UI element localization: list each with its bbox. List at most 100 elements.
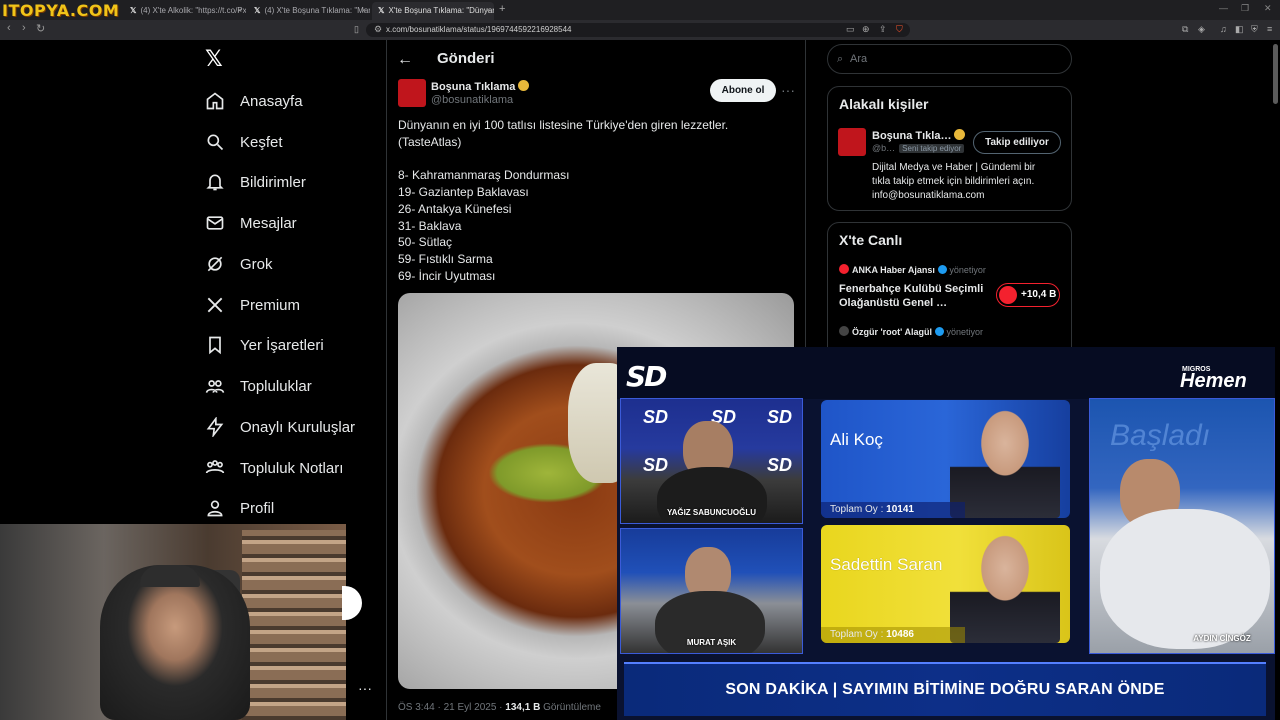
verified-badge-icon <box>934 327 944 336</box>
more-icon[interactable]: ··· <box>358 680 372 696</box>
close-icon[interactable]: × <box>361 2 366 20</box>
x-favicon-icon: 𝕏 <box>378 6 385 15</box>
nav-label: Grok <box>240 255 273 273</box>
nav-item-messages[interactable]: Mesajlar <box>205 208 297 238</box>
media-icon[interactable]: ♫ <box>1220 24 1227 34</box>
studio-panel: Başladı AYDIN CİNGÖZ <box>1089 398 1275 654</box>
verified-badge-icon <box>937 265 947 274</box>
vote-total: Toplam Oy : 10486 <box>821 627 966 643</box>
zoom-icon[interactable]: ⊕ <box>862 24 870 35</box>
reload-icon[interactable]: ↻ <box>36 22 45 35</box>
share-icon[interactable]: ⇪ <box>879 24 887 35</box>
browser-tab-active[interactable]: 𝕏X'te Boşuna Tıklama: "Dünyanın…× <box>372 2 494 20</box>
avatar[interactable] <box>398 79 426 107</box>
close-window-icon[interactable]: ✕ <box>1264 3 1272 14</box>
live-host[interactable]: Özgür 'root' Alagül yönetiyor <box>839 326 983 337</box>
wallet-icon[interactable]: ⛨ <box>1251 24 1258 35</box>
back-icon[interactable]: ‹ <box>7 22 11 34</box>
candidate-card: Sadettin Saran Toplam Oy : 10486 <box>821 525 1070 643</box>
candidate-photo <box>950 403 1060 518</box>
tab-label: X'te Boşuna Tıklama: "Dünyanın… <box>388 6 494 15</box>
nav-item-profile[interactable]: Profil <box>205 493 274 523</box>
tab-label: (4) X'te Alkolik: "https://t.co/PxXsxh… <box>140 6 246 15</box>
x-favicon-icon: 𝕏 <box>254 6 261 15</box>
verified-badge-icon <box>954 129 966 140</box>
studio-panel: MURAT AŞIK <box>620 528 803 654</box>
x-logo-icon[interactable]: 𝕏 <box>205 47 223 72</box>
menu-icon[interactable]: ≡ <box>1267 24 1272 34</box>
post-text-line: 31- Baklava <box>398 219 462 233</box>
forward-icon[interactable]: › <box>22 22 26 34</box>
nav-label: Profil <box>240 499 275 517</box>
post-text-line: Dünyanın en iyi 100 tatlısı listesine Tü… <box>398 118 729 132</box>
nav-item-grok[interactable]: Grok <box>205 249 273 279</box>
brave-shield-icon[interactable]: ⛉ <box>896 24 903 35</box>
nav-label: Onaylı Kuruluşlar <box>240 418 356 436</box>
new-tab-icon[interactable]: + <box>499 3 505 15</box>
maximize-icon[interactable]: ❐ <box>1241 3 1249 14</box>
nav-item-verified-orgs[interactable]: Onaylı Kuruluşlar <box>205 412 355 442</box>
bookmark-page-icon[interactable]: ▯ <box>354 24 359 35</box>
nav-item-communities[interactable]: Topluluklar <box>205 371 312 401</box>
avatar <box>839 264 849 274</box>
nav-label: Yer İşaretleri <box>240 336 324 354</box>
browser-tab[interactable]: 𝕏(4) X'te Alkolik: "https://t.co/PxXsxh…… <box>124 2 246 20</box>
related-handle: @b… Seni takip ediyor <box>872 143 965 153</box>
notes-icon <box>205 460 225 474</box>
card-title: Alakalı kişiler <box>839 96 929 112</box>
author-handle[interactable]: @bosunatiklama <box>431 94 513 106</box>
search-icon <box>207 134 224 151</box>
live-title[interactable]: Fenerbahçe Kulübü Seçimli Olağanüstü Gene… <box>839 282 983 310</box>
live-listeners-badge[interactable]: +10,4 B <box>996 283 1060 307</box>
subscribe-button[interactable]: Abone ol <box>710 79 776 102</box>
nav-item-notifications[interactable]: Bildirimler <box>205 167 306 197</box>
live-avatar-icon <box>999 286 1017 304</box>
post-text-line: 59- Fıstıklı Sarma <box>398 252 493 266</box>
browser-tab[interactable]: 𝕏(4) X'te Boşuna Tıklama: "Marmaray'…× <box>248 2 370 20</box>
nav-item-premium[interactable]: Premium <box>205 290 300 320</box>
grok-icon <box>207 256 223 272</box>
post-text-line: 50- Sütlaç <box>398 235 453 249</box>
vote-total: Toplam Oy : 10141 <box>821 502 966 518</box>
bio-line: Dijital Medya ve Haber | Gündemi bir <box>872 162 1036 173</box>
communities-icon <box>205 380 225 393</box>
sidebar-icon[interactable]: ◧ <box>1235 24 1244 35</box>
nav-label: Topluluk Notları <box>240 459 344 477</box>
site-info-icon[interactable]: ⚙ <box>374 24 382 35</box>
extension-icon[interactable]: ⧉ <box>1182 24 1188 35</box>
follows-you-badge: Seni takip ediyor <box>899 144 965 153</box>
back-arrow-icon[interactable]: ← <box>397 51 413 69</box>
url-field[interactable]: x.com/bosunatiklama/status/1969744592216… <box>366 23 910 37</box>
post-text-line: 69- İncir Uyutması <box>398 269 496 283</box>
streamer-image <box>100 565 250 720</box>
nav-label: Mesajlar <box>240 214 297 232</box>
nav-item-home[interactable]: Anasayfa <box>205 86 303 116</box>
close-icon[interactable]: × <box>485 2 490 20</box>
search-input[interactable]: ⌕ Ara <box>827 44 1072 74</box>
scrollbar[interactable] <box>1273 44 1278 104</box>
studio-panel: SD SD SD SD SD YAĞIZ SABUNCUOĞLU <box>620 398 803 524</box>
more-options-icon[interactable]: ··· <box>781 82 795 98</box>
candidate-photo <box>950 528 1060 643</box>
minimize-icon[interactable]: — <box>1219 3 1228 13</box>
page-title: Gönderi <box>437 50 495 67</box>
nav-label: Topluluklar <box>240 377 312 395</box>
cast-icon[interactable]: ▭ <box>846 24 855 35</box>
nav-item-community-notes[interactable]: Topluluk Notları <box>205 453 343 483</box>
following-button[interactable]: Takip ediliyor <box>973 131 1061 154</box>
extension-icon[interactable]: ◈ <box>1198 24 1205 35</box>
avatar[interactable] <box>838 128 866 156</box>
verified-badge-icon <box>518 80 530 91</box>
card-title: X'te Canlı <box>839 232 903 248</box>
related-name[interactable]: Boşuna Tıkla… <box>872 129 966 142</box>
close-icon[interactable]: × <box>237 2 242 20</box>
live-host[interactable]: ANKA Haber Ajansı yönetiyor <box>839 264 986 275</box>
author-name[interactable]: Boşuna Tıklama <box>431 80 530 93</box>
nav-item-bookmarks[interactable]: Yer İşaretleri <box>205 330 324 360</box>
nav-label: Anasayfa <box>240 92 303 110</box>
search-icon: ⌕ <box>837 53 844 65</box>
nav-scroll-button[interactable] <box>342 586 362 620</box>
nav-item-explore[interactable]: Keşfet <box>205 127 283 157</box>
nav-label: Premium <box>240 296 301 314</box>
sponsor-logo: Hemen <box>1180 370 1247 392</box>
